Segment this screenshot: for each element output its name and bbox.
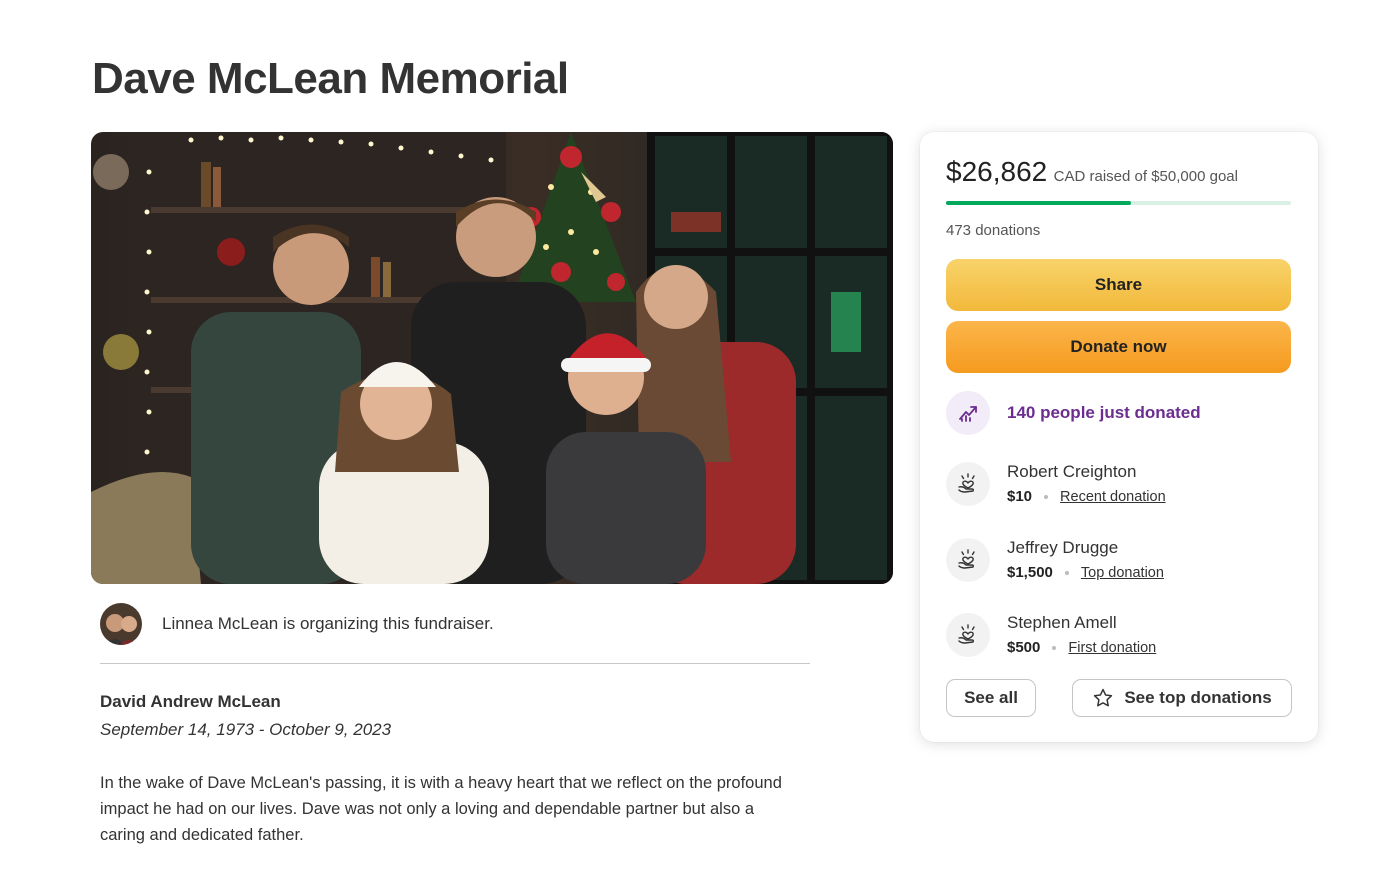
amount-raised: $26,862 [946,156,1048,187]
story-paragraph: In the wake of Dave McLean's passing, it… [100,774,782,844]
donor-name: Jeffrey Drugge [1007,538,1119,557]
trending-text: 140 people just donated [1007,403,1201,422]
progress-bar [946,201,1291,205]
donor-item: Robert Creighton $10 Recent donation [946,462,1166,506]
donate-now-button[interactable]: Donate now [946,321,1291,373]
see-top-donations-label: See top donations [1124,688,1272,707]
donation-amount: $10 [1007,488,1033,505]
donor-name: Robert Creighton [1007,462,1137,481]
donation-type-link[interactable]: Recent donation [1060,489,1166,505]
progress-fill [946,201,1132,205]
memorial-dates: September 14, 1973 - October 9, 2023 [100,720,392,739]
see-all-button[interactable]: See all [946,679,1036,717]
memorial-person-name: David Andrew McLean [100,692,281,711]
organizer-text: Linnea McLean is organizing this fundrai… [162,614,494,633]
donation-type-link[interactable]: Top donation [1081,565,1164,581]
divider [100,663,810,664]
trending-up-icon [946,391,990,435]
organizer-row: Linnea McLean is organizing this fundrai… [100,603,810,645]
donation-amount: $1,500 [1007,564,1053,581]
organizer-avatar[interactable] [100,603,142,645]
heart-hand-icon [946,538,990,582]
donor-item: Jeffrey Drugge $1,500 Top donation [946,538,1164,582]
separator-dot [1052,645,1057,650]
donor-item: Stephen Amell $500 First donation [946,613,1156,657]
star-icon [1092,687,1114,709]
separator-dot [1044,494,1049,499]
trending-banner: 140 people just donated [946,391,1201,435]
donations-count: 473 donations [946,222,1041,239]
family-photo-illustration [91,132,893,584]
share-button[interactable]: Share [946,259,1291,311]
goal-text: CAD raised of $50,000 goal [1053,168,1238,185]
separator-dot [1064,570,1069,575]
donation-amount: $500 [1007,639,1041,656]
heart-hand-icon [946,462,990,506]
donor-name: Stephen Amell [1007,613,1117,632]
page-title: Dave McLean Memorial [92,54,569,103]
see-top-donations-button[interactable]: See top donations [1072,679,1292,717]
story-section: David Andrew McLean September 14, 1973 -… [100,692,800,848]
amount-raised-line: $26,862 CAD raised of $50,000 goal [946,156,1238,188]
donation-card: $26,862 CAD raised of $50,000 goal 473 d… [920,132,1318,742]
heart-hand-icon [946,613,990,657]
donation-type-link[interactable]: First donation [1068,640,1156,656]
fundraiser-photo [91,132,893,584]
